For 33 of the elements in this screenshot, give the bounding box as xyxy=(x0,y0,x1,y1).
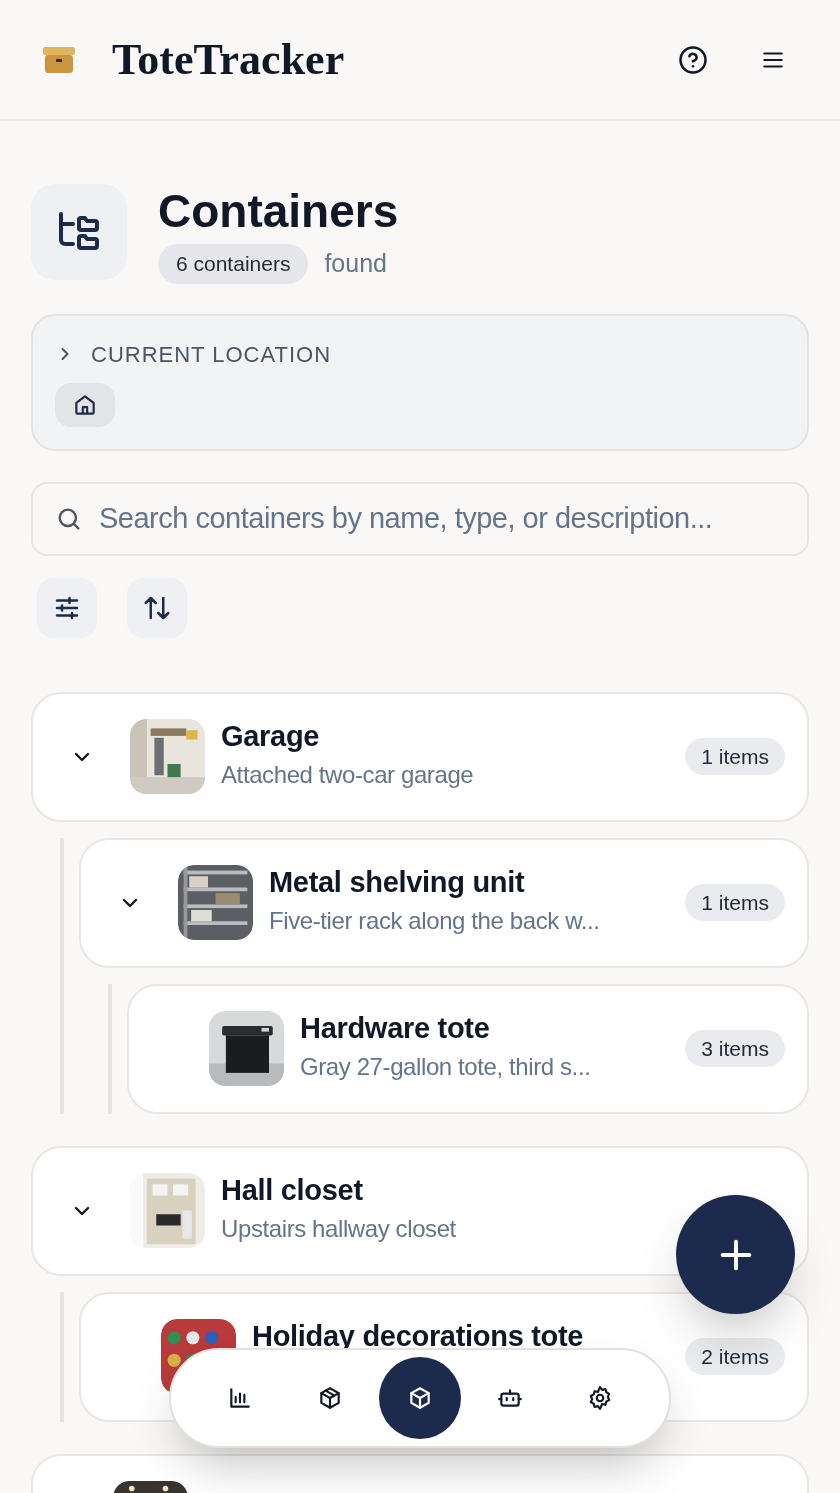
container-name: Metal shelving unit xyxy=(269,865,526,898)
home-button[interactable] xyxy=(55,382,115,427)
filter-button[interactable] xyxy=(37,577,97,638)
chart-icon xyxy=(227,1385,253,1411)
search-input[interactable]: Search containers by name, type, or description... xyxy=(99,496,785,541)
container-name: Hardware tote xyxy=(300,1011,491,1044)
box-logo-icon xyxy=(42,44,76,75)
search-field[interactable]: Search containers by name, type, or description... xyxy=(31,481,809,556)
sort-button[interactable] xyxy=(127,577,187,638)
item-count: 1 items xyxy=(685,883,785,922)
container-name: Garage xyxy=(221,719,321,752)
container-name: Holiday decorations tote xyxy=(252,1319,585,1352)
gear-icon xyxy=(587,1385,613,1411)
container-card[interactable]: Garage Attached two-car garage 1 items xyxy=(31,691,809,822)
container-card[interactable]: Metal shelving unit Five-tier rack along the back w... 1 items xyxy=(79,837,809,968)
help-icon[interactable] xyxy=(678,44,708,75)
package-icon xyxy=(317,1385,343,1411)
app-title: ToteTracker xyxy=(112,33,345,86)
item-count: 3 items xyxy=(685,1029,785,1068)
container-description: Gray 27-gallon tote, third s... xyxy=(300,1051,592,1082)
count-suffix: found xyxy=(324,248,387,279)
count-badge: 6 containers xyxy=(158,244,309,284)
page-title: Containers xyxy=(158,184,399,239)
cube-icon xyxy=(407,1385,433,1411)
item-count: 1 items xyxy=(685,737,785,776)
container-description: Five-tier rack along the back w... xyxy=(269,905,601,936)
container-card[interactable]: Hardware tote Gray 27-gallon tote, third s... 3 items xyxy=(127,983,809,1114)
location-label: CURRENT LOCATION xyxy=(91,340,332,369)
item-count: 2 items xyxy=(685,1337,785,1376)
container-description: Attached two-car garage xyxy=(221,759,475,790)
container-description: Upstairs hallway closet xyxy=(221,1213,457,1244)
container-card[interactable]: Hall closet Upstairs hallway closet xyxy=(31,1145,809,1276)
container-name: Hall closet xyxy=(221,1173,364,1206)
